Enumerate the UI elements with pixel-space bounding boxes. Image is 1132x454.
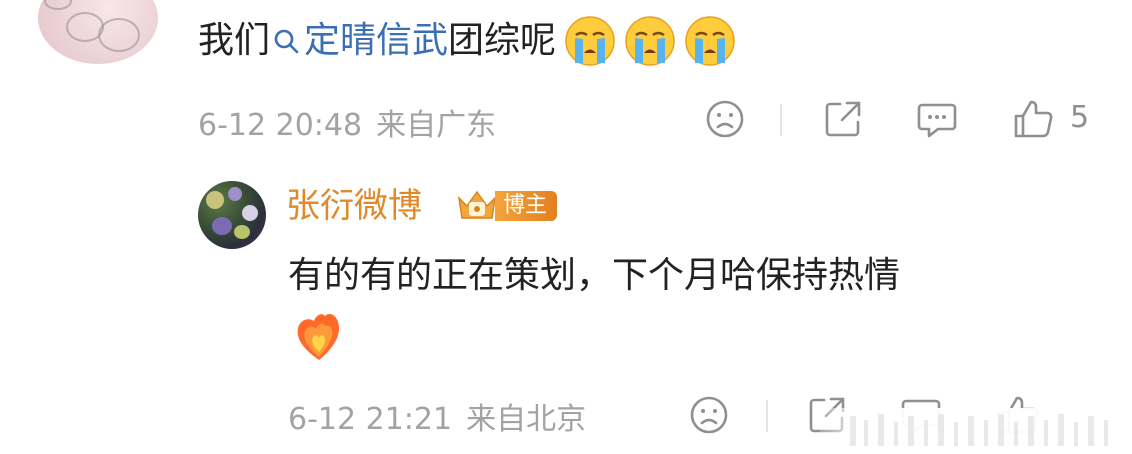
crying-face-emoji <box>625 16 675 66</box>
comment-text-before: 我们 <box>198 20 271 61</box>
reply-author-avatar[interactable] <box>198 181 266 249</box>
heart-on-fire-emoji <box>297 314 340 360</box>
crown-icon <box>457 190 497 219</box>
reply-date: 6-12 21:21 <box>288 402 453 437</box>
frown-face-icon <box>706 100 744 138</box>
commenter-avatar[interactable] <box>38 0 158 64</box>
share-icon <box>825 101 861 137</box>
like-count: 5 <box>1070 100 1090 135</box>
comment-text: 我们 定晴信武 团综呢 <box>198 12 736 70</box>
badge-label: 博主 <box>495 191 558 221</box>
comment-icon <box>917 103 957 138</box>
action-divider <box>780 104 782 136</box>
reply-location: 来自北京 <box>466 402 587 437</box>
thumbs-up-icon <box>1014 100 1053 138</box>
crying-face-emoji <box>685 16 735 66</box>
frown-face-icon <box>690 396 728 434</box>
search-icon <box>274 29 299 54</box>
like-button[interactable] <box>1010 96 1056 142</box>
share-button[interactable] <box>820 96 866 142</box>
action-divider <box>766 400 768 432</box>
reply-text: 有的有的正在策划，下个月哈保持热情 <box>288 255 901 296</box>
blogger-badge: 博主 <box>455 188 558 224</box>
watermark <box>820 408 1132 454</box>
comment-location: 来自广东 <box>376 108 497 143</box>
reply-dislike-button[interactable] <box>686 392 732 438</box>
crying-face-emoji <box>565 16 615 66</box>
topic-label: 定晴信武 <box>304 20 449 61</box>
topic-link[interactable]: 定晴信武 <box>270 12 448 70</box>
reply-meta: 6-12 21:21 来自北京 <box>288 394 586 438</box>
reply-author-name[interactable]: 张衍微博 <box>286 183 422 229</box>
comment-text-after: 团综呢 <box>448 20 557 61</box>
comment-date: 6-12 20:48 <box>198 108 363 143</box>
dislike-button[interactable] <box>702 96 748 142</box>
comment-button[interactable] <box>914 96 960 142</box>
comment-meta: 6-12 20:48 来自广东 <box>198 100 496 144</box>
